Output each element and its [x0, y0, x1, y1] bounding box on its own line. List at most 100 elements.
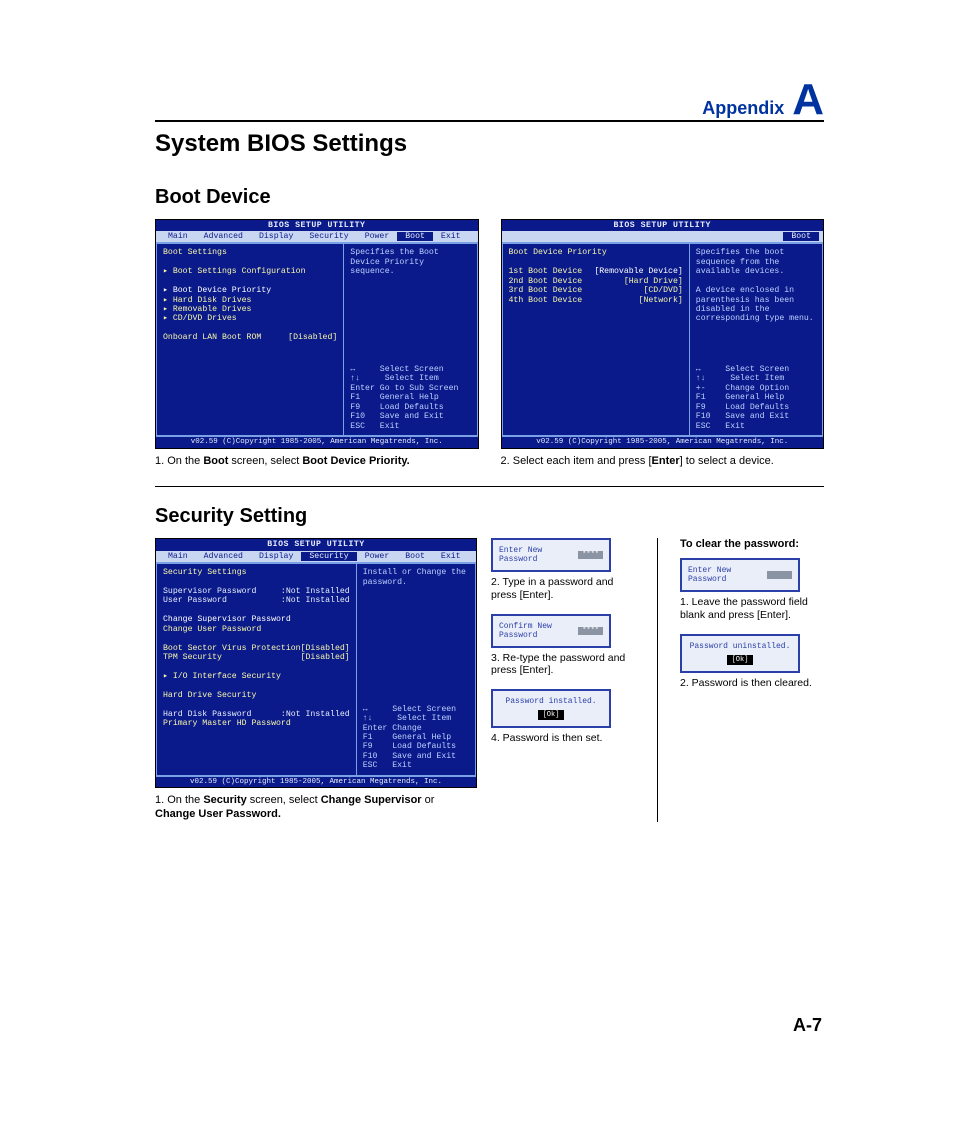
k: User Password [163, 596, 227, 605]
hint: F1 General Help [696, 393, 816, 402]
boot-item-priority: ▸ Boot Device Priority [163, 286, 337, 295]
t: 3. Re-type the password and press [ [491, 652, 625, 677]
boot-row: BIOS SETUP UTILITY Main Advanced Display… [155, 219, 824, 469]
menu-boot: Boot [397, 552, 433, 561]
hint: +- Change Option [696, 384, 816, 393]
dlg-label: Enter New Password [688, 566, 763, 584]
bios-screenshot-boot-settings: BIOS SETUP UTILITY Main Advanced Display… [155, 219, 479, 449]
password-field-blank [767, 571, 792, 579]
mid-cap-3: 3. Re-type the password and press [Enter… [491, 652, 635, 677]
bios-title: BIOS SETUP UTILITY [502, 220, 824, 231]
heading: Security Settings [163, 568, 350, 577]
heading: Boot Device Priority [509, 248, 683, 257]
hint: ESC Exit [363, 761, 469, 770]
dialog-password-installed: Password installed. [Ok] [491, 689, 611, 728]
boot-item: ▸ Removable Drives [163, 305, 337, 314]
section-separator [155, 486, 824, 487]
boot1-caption: 1. On the Boot screen, select Boot Devic… [155, 455, 479, 469]
security-row: BIOS SETUP UTILITY Main Advanced Display… [155, 538, 824, 822]
vertical-separator [657, 538, 658, 822]
ok-button: [Ok] [538, 710, 565, 720]
bios-menu: Boot [502, 231, 824, 242]
menu-advanced: Advanced [196, 232, 251, 241]
v: [Removable Device] [594, 267, 682, 276]
menu-security-selected: Security [301, 552, 356, 561]
k: 3rd Boot Device [509, 286, 583, 295]
t: 2. Select each item and press [ [501, 455, 652, 467]
change-supervisor: Change Supervisor Password [163, 615, 350, 624]
dlg-label: Confirm New Password [499, 622, 574, 640]
t: Enter [523, 664, 548, 676]
hint: ESC Exit [350, 422, 470, 431]
boot-item: ▸ CD/DVD Drives [163, 314, 337, 323]
hint: ↑↓ Select Item [363, 714, 469, 723]
hint: ↑↓ Select Item [696, 374, 816, 383]
clear-password-heading: To clear the password: [680, 538, 824, 550]
page-title: System BIOS Settings [155, 130, 824, 158]
hint: F9 Load Defaults [696, 403, 816, 412]
primary-hd: Primary Master HD Password [163, 719, 350, 728]
password-field: **** [578, 551, 603, 559]
hint: F9 Load Defaults [363, 742, 469, 751]
menu-main: Main [160, 552, 196, 561]
v: [Disabled] [301, 653, 350, 662]
v: :Not Installed [281, 596, 350, 605]
mid-cap-2: 2. Type in a password and press [Enter]. [491, 576, 635, 601]
dialog-password-uninstalled: Password uninstalled. [Ok] [680, 634, 800, 673]
t: ] to select a device. [680, 455, 774, 467]
menu-power: Power [357, 552, 398, 561]
right-cap-2: 2. Password is then cleared. [680, 677, 824, 690]
t: screen, select [247, 794, 321, 806]
t: ]. [548, 664, 554, 676]
bios-title: BIOS SETUP UTILITY [156, 539, 476, 550]
hint: ESC Exit [696, 422, 816, 431]
bios-footer: v02.59 (C)Copyright 1985-2005, American … [156, 777, 476, 788]
t: screen, select [228, 455, 302, 467]
menu-advanced: Advanced [196, 552, 251, 561]
hd-heading: Hard Drive Security [163, 691, 350, 700]
k: Boot Sector Virus Protection [163, 644, 301, 653]
dialog-enter-password: Enter New Password **** [491, 538, 611, 572]
k: 1st Boot Device [509, 267, 583, 276]
key-hints: ↔ Select Screen ↑↓ Select Item Enter Cha… [363, 705, 469, 771]
right-cap-1: 1. Leave the password field blank and pr… [680, 596, 824, 621]
t: 1. On the [155, 794, 203, 806]
page-number: A-7 [793, 1015, 822, 1036]
t: Change Supervisor [321, 794, 422, 806]
hint: F10 Save and Exit [350, 412, 470, 421]
v: [Hard Drive] [624, 277, 683, 286]
bios-screenshot-security: BIOS SETUP UTILITY Main Advanced Display… [155, 538, 477, 788]
v: [CD/DVD] [643, 286, 682, 295]
hint: Enter Change [363, 724, 469, 733]
k: TPM Security [163, 653, 222, 662]
t: ]. [785, 609, 791, 621]
menu-exit: Exit [433, 232, 469, 241]
password-field: **** [578, 627, 603, 635]
help-text: Specifies the boot sequence from the ava… [696, 248, 816, 323]
t: or [422, 794, 435, 806]
dialog-confirm-password: Confirm New Password **** [491, 614, 611, 648]
menu-boot-selected: Boot [397, 232, 433, 241]
boot-item: ▸ Boot Settings Configuration [163, 267, 337, 276]
v: :Not Installed [281, 710, 350, 719]
bios-menu: Main Advanced Display Security Power Boo… [156, 551, 476, 562]
t: Enter [523, 589, 548, 601]
t: Boot [203, 455, 228, 467]
key-hints: ↔ Select Screen ↑↓ Select Item Enter Go … [350, 365, 470, 431]
hint: F9 Load Defaults [350, 403, 470, 412]
menu-display: Display [251, 552, 301, 561]
boot-settings-heading: Boot Settings [163, 248, 337, 257]
help-text: Install or Change the password. [363, 568, 469, 587]
sec1-caption: 1. On the Security screen, select Change… [155, 794, 477, 822]
t: ]. [548, 589, 554, 601]
hint: F10 Save and Exit [696, 412, 816, 421]
menu-boot-selected: Boot [783, 232, 819, 241]
bios-footer: v02.59 (C)Copyright 1985-2005, American … [156, 437, 478, 448]
bios-menu: Main Advanced Display Security Power Boo… [156, 231, 478, 242]
key-hints: ↔ Select Screen ↑↓ Select Item +- Change… [696, 365, 816, 431]
appendix-label: Appendix [702, 98, 784, 119]
change-user: Change User Password [163, 625, 350, 634]
io-security: ▸ I/O Interface Security [163, 672, 350, 681]
t: Boot Device Priority. [302, 455, 409, 467]
hint: F1 General Help [350, 393, 470, 402]
